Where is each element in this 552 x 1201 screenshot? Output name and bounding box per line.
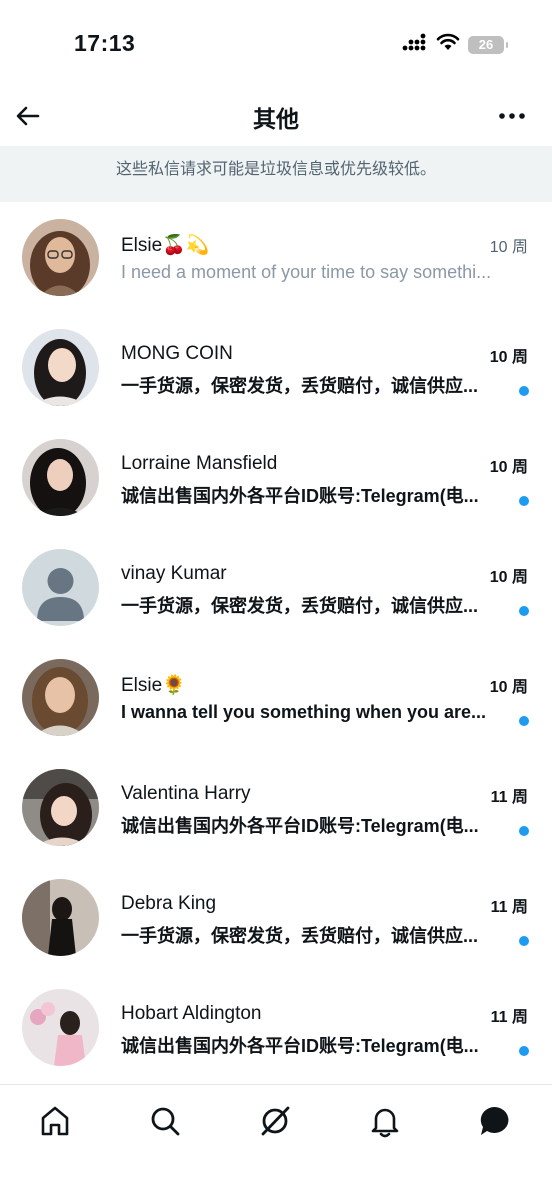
message-time: 11 周 xyxy=(490,899,528,916)
default-avatar-icon xyxy=(22,549,99,626)
message-time: 10 周 xyxy=(489,679,528,696)
tab-notifications[interactable] xyxy=(367,1103,403,1139)
tab-search[interactable] xyxy=(147,1103,183,1139)
home-icon xyxy=(41,1106,69,1136)
message-preview: I wanna tell you something when you are.… xyxy=(121,702,487,722)
message-row[interactable]: MONG COIN 10 周 一手货源，保密发货，丢货赔付，诚信供应... xyxy=(0,312,552,422)
sender-name: Elsie🌻 xyxy=(121,675,186,696)
sender-name: Valentina Harry xyxy=(121,783,251,804)
status-bar: 17:13 26 xyxy=(0,0,552,90)
message-row[interactable]: Debra King 11 周 一手货源，保密发货，丢货赔付，诚信供应... xyxy=(0,862,552,972)
messages-icon xyxy=(480,1106,509,1135)
sender-name: Elsie🍒💫 xyxy=(121,235,210,256)
message-time: 11 周 xyxy=(490,1009,528,1026)
message-time: 10 周 xyxy=(489,459,528,476)
avatar[interactable] xyxy=(22,329,99,406)
bottom-navigation xyxy=(0,1084,552,1201)
status-icons: 26 xyxy=(402,33,508,56)
message-preview: 诚信出售国内外各平台ID账号:Telegram(电... xyxy=(121,1036,479,1056)
tab-home[interactable] xyxy=(37,1103,73,1139)
tab-messages[interactable] xyxy=(477,1103,513,1139)
avatar[interactable] xyxy=(22,219,99,296)
battery-level: 26 xyxy=(478,37,494,52)
info-banner: 这些私信请求可能是垃圾信息或优先级较低。 xyxy=(0,146,552,202)
sender-name: vinay Kumar xyxy=(121,563,227,584)
message-row[interactable]: Elsie🌻 10 周 I wanna tell you something w… xyxy=(0,642,552,752)
banner-text: 这些私信请求可能是垃圾信息或优先级较低。 xyxy=(115,161,436,178)
message-preview: 诚信出售国内外各平台ID账号:Telegram(电... xyxy=(121,486,479,506)
message-row[interactable]: Elsie🍒💫 10 周 I need a moment of your tim… xyxy=(0,202,552,312)
message-preview: 一手货源，保密发货，丢货赔付，诚信供应... xyxy=(121,376,479,396)
message-time: 11 周 xyxy=(490,789,528,806)
tab-grok[interactable] xyxy=(257,1103,293,1139)
message-row[interactable]: Lorraine Mansfield 10 周 诚信出售国内外各平台ID账号:T… xyxy=(0,422,552,532)
avatar[interactable] xyxy=(22,989,99,1066)
message-row[interactable]: Hobart Aldington 11 周 诚信出售国内外各平台ID账号:Tel… xyxy=(0,972,552,1082)
message-request-list: Elsie🍒💫 10 周 I need a moment of your tim… xyxy=(0,202,552,1082)
unread-indicator xyxy=(519,826,529,836)
wifi-icon xyxy=(436,33,460,56)
unread-indicator xyxy=(519,1046,529,1056)
message-time: 10 周 xyxy=(489,349,528,366)
message-preview: 一手货源，保密发货，丢货赔付，诚信供应... xyxy=(121,596,479,616)
message-preview: I need a moment of your time to say some… xyxy=(121,262,492,282)
avatar[interactable] xyxy=(22,659,99,736)
sender-name: MONG COIN xyxy=(121,343,233,364)
sender-name: Debra King xyxy=(121,893,217,914)
message-preview: 诚信出售国内外各平台ID账号:Telegram(电... xyxy=(121,816,479,836)
more-horizontal-icon xyxy=(499,113,525,119)
unread-indicator xyxy=(519,936,529,946)
message-preview: 一手货源，保密发货，丢货赔付，诚信供应... xyxy=(121,926,479,946)
avatar[interactable] xyxy=(22,879,99,956)
message-time: 10 周 xyxy=(489,569,528,586)
search-icon xyxy=(151,1107,180,1136)
cellular-signal-icon xyxy=(402,33,428,56)
avatar[interactable] xyxy=(22,549,99,626)
avatar[interactable] xyxy=(22,769,99,846)
header-bar: 其他 xyxy=(0,90,552,146)
unread-indicator xyxy=(519,716,529,726)
unread-indicator xyxy=(519,606,529,616)
page-title: 其他 xyxy=(253,106,299,132)
message-time: 10 周 xyxy=(489,239,528,256)
grok-icon xyxy=(261,1106,290,1136)
sender-name: Lorraine Mansfield xyxy=(121,453,278,474)
more-options-button[interactable] xyxy=(498,104,526,128)
message-row[interactable]: Valentina Harry 11 周 诚信出售国内外各平台ID账号:Tele… xyxy=(0,752,552,862)
sender-name: Hobart Aldington xyxy=(121,1003,262,1024)
battery-icon: 26 xyxy=(468,35,508,54)
message-row[interactable]: vinay Kumar 10 周 一手货源，保密发货，丢货赔付，诚信供应... xyxy=(0,532,552,642)
avatar[interactable] xyxy=(22,439,99,516)
unread-indicator xyxy=(519,496,529,506)
status-time: 17:13 xyxy=(74,30,136,56)
bell-icon xyxy=(371,1108,399,1138)
unread-indicator xyxy=(519,386,529,396)
